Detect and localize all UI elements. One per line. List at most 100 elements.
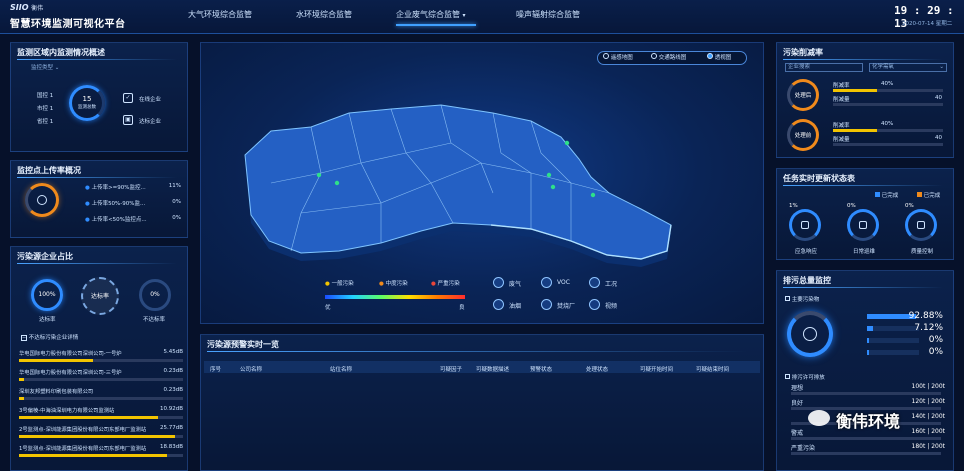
upload-row-value: 0% — [172, 215, 181, 221]
online-enterprise-label: 在线企业 — [139, 97, 162, 103]
category-smoke[interactable]: 废气 — [493, 277, 539, 291]
category-label: 废气 — [509, 281, 522, 288]
total-monitor-ring: 15 监测总数 — [69, 85, 105, 121]
pollutant-select[interactable]: 化学需氧 ⌄ — [869, 63, 947, 72]
enterprise-search-input[interactable]: 企业搜索 — [785, 63, 863, 72]
compliance-ring: 100% — [31, 279, 63, 311]
category-label: 油烟 — [509, 303, 522, 310]
pollutant-center-icon — [803, 327, 817, 341]
tab-noise[interactable]: 噪声辐射综合监管 — [516, 9, 580, 20]
header-bar: SIIO 衡伟 智慧环境监测可视化平台 大气环境综合监管 水环境综合监管 企业废… — [0, 0, 964, 34]
clock-date: 2020-07-14 星期二 — [902, 21, 953, 27]
list-item-value: 18.83dB — [159, 444, 183, 450]
stat-label: 省控 — [37, 119, 49, 125]
stat-national: 国控 1 — [37, 91, 53, 99]
collapse-icon[interactable]: − — [21, 335, 27, 341]
title-underline — [207, 351, 747, 352]
amount-bar-bg — [833, 143, 943, 146]
task-ring[interactable] — [847, 209, 879, 241]
col-factor: 可疑因子 — [440, 367, 463, 373]
list-item[interactable]: 1号监测点-深圳能源集团股份有限公司东部电厂监测站 18.83dB — [19, 444, 183, 462]
list-item[interactable]: 2号监测点-深圳能源集团股份有限公司东部电厂监测站 25.77dB — [19, 425, 183, 443]
category-voc[interactable]: VOC — [541, 277, 587, 291]
task-label: 日常巡维 — [852, 249, 875, 255]
emission-panel: 排污总量监控 主要污染物 92.88% 7.12% 0% 0% 排污许可排放 理想 10… — [776, 270, 954, 471]
view-label: 交通路线图 — [658, 55, 687, 61]
permit-bar-bg — [791, 452, 941, 455]
title-underline — [783, 59, 943, 60]
region-map[interactable] — [231, 83, 681, 273]
emission-title: 排污总量监控 — [783, 276, 831, 285]
map-category-toggles: 废气 VOC 工况油烟 焚烧厂 视频 — [493, 277, 633, 317]
standard-icon: ▣ — [123, 115, 133, 125]
station-marker[interactable] — [590, 192, 596, 198]
task-ring[interactable] — [905, 209, 937, 241]
rate-bar-fill — [833, 89, 877, 92]
view-remote-sensing[interactable]: 遥感地图 — [603, 53, 633, 61]
list-item-name: 华电国际电力股份有限公司深圳公司-一号炉 — [19, 351, 122, 357]
ring-label: 处理前 — [794, 133, 812, 139]
category-video[interactable]: 视频 — [589, 299, 635, 313]
list-item-value: 0.23dB — [163, 368, 183, 374]
list-header-label: 不达标污染企业详情 — [28, 335, 79, 341]
level-label: 一般污染 — [331, 281, 354, 287]
category-incinerator[interactable]: 焚烧厂 — [541, 299, 587, 313]
pollutant-ring — [787, 311, 833, 357]
gauge-icon — [589, 277, 600, 288]
col-company: 公司名称 — [240, 367, 263, 373]
oil-fume-icon — [493, 299, 504, 310]
view-traffic[interactable]: 交通路线图 — [651, 53, 686, 61]
permit-value: 100t | 200t — [911, 383, 945, 390]
reduction-panel: 污染削减率 企业搜索 化学需氧 ⌄ 处理后 削减率 40% 削减量 40 处理前 削减率 40… — [776, 42, 954, 158]
legend-label: 已完成 — [923, 193, 941, 199]
upload-row-label: 上传率<50%监控点... — [91, 217, 147, 223]
view-label: 遥感地图 — [610, 55, 633, 61]
ring-label: 处理后 — [794, 93, 812, 99]
pct-bar-fill — [869, 326, 873, 331]
list-item[interactable]: 3号偏棱-中海油深圳电力有限公司监测站 10.92dB — [19, 406, 183, 424]
tab-enterprise-gas[interactable]: 企业废气综合监管 ▾ — [396, 9, 466, 20]
list-item-name: 深圳友邦塑料印刷包装有限公司 — [19, 389, 94, 395]
list-item[interactable]: 深圳友邦塑料印刷包装有限公司 0.23dB — [19, 387, 183, 405]
upload-gauge — [25, 183, 59, 217]
pct-value: 92.88% — [908, 311, 943, 321]
station-marker[interactable] — [564, 140, 570, 146]
main-pollutant-label: 主要污染物 — [791, 297, 820, 303]
rate-value: 40% — [881, 121, 894, 127]
station-marker[interactable] — [546, 172, 552, 178]
list-item[interactable]: 华电国际电力股份有限公司深圳公司-三号炉 0.23dB — [19, 368, 183, 386]
task-value: 0% — [847, 203, 856, 209]
amount-label: 削减量 — [833, 137, 850, 143]
legend-label: 已完成 — [881, 193, 899, 199]
category-gauge[interactable]: 工况 — [589, 277, 635, 291]
title-underline — [17, 263, 177, 264]
monitor-type-dropdown[interactable]: 监控类型 ⌄ — [31, 63, 59, 71]
noncompliance-label: 不达标率 — [143, 317, 166, 323]
list-item-bar-fill — [19, 454, 167, 457]
station-marker[interactable] — [316, 172, 322, 178]
category-label: 焚烧厂 — [557, 303, 576, 310]
list-item-bar-fill — [19, 378, 24, 381]
permit-bar-bg — [791, 437, 941, 440]
radio-icon — [651, 53, 657, 59]
rate-label: 削减率 — [833, 83, 850, 89]
col-description: 可疑数据描述 — [476, 367, 510, 373]
pct-bar-bg — [867, 326, 919, 331]
tab-air[interactable]: 大气环境综合监管 — [188, 9, 252, 20]
category-label: 工况 — [605, 281, 618, 288]
upload-panel: 监控点上传率概况 ● 上传率>=90%监控... 11% ● 上传率50%-90… — [10, 160, 188, 238]
title-underline — [17, 177, 177, 178]
view-perspective[interactable]: 透视图 — [707, 53, 731, 61]
reduction-rows: 处理后 削减率 40% 削减量 40 处理前 削减率 40% 削减量 40 — [777, 79, 955, 157]
list-item-bar-bg — [19, 397, 183, 400]
station-marker[interactable] — [334, 180, 340, 186]
upload-row-label: 上传率>=90%监控... — [91, 185, 146, 191]
upload-row-2: ● 上传率50%-90%监... 0% — [85, 199, 189, 207]
list-item-bar-fill — [19, 397, 24, 400]
category-oil-fume[interactable]: 油烟 — [493, 299, 539, 313]
task-ring[interactable] — [789, 209, 821, 241]
station-marker[interactable] — [550, 184, 556, 190]
tab-water[interactable]: 水环境综合监管 — [296, 9, 352, 20]
list-item[interactable]: 华电国际电力股份有限公司深圳公司-一号炉 5.45dB — [19, 349, 183, 367]
task-label: 质量控制 — [910, 249, 933, 255]
